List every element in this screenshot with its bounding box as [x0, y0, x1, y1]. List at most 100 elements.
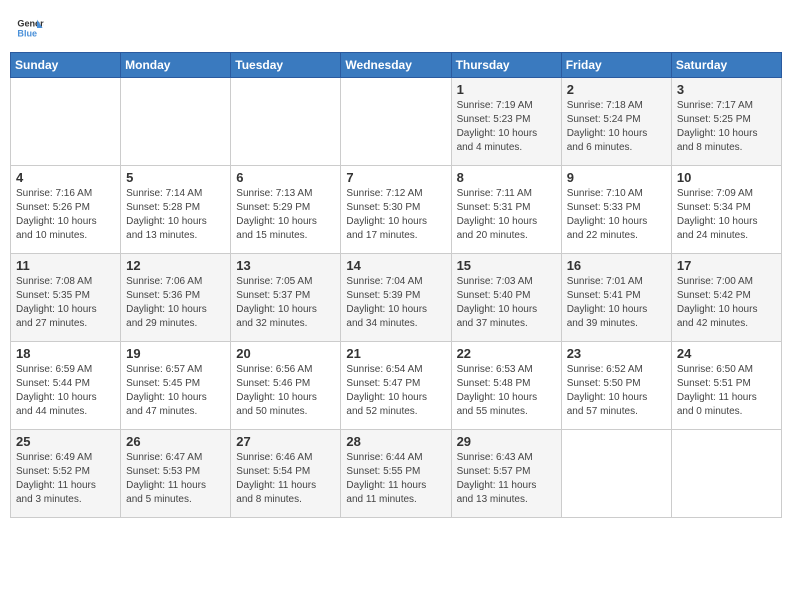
header-cell-tuesday: Tuesday [231, 53, 341, 78]
calendar-cell: 22 Sunrise: 6:53 AM Sunset: 5:48 PM Dayli… [451, 342, 561, 430]
calendar-cell: 18Sunrise: 6:59 AM Sunset: 5:44 PM Dayli… [11, 342, 121, 430]
page-header: General Blue [10, 10, 782, 46]
day-detail: Sunrise: 6:49 AM Sunset: 5:52 PM Dayligh… [16, 451, 115, 507]
calendar-cell [231, 78, 341, 166]
calendar-cell: 10 Sunrise: 7:09 AM Sunset: 5:34 PM Dayli… [671, 166, 781, 254]
calendar-cell: 6 Sunrise: 7:13 AM Sunset: 5:29 PM Daylig… [231, 166, 341, 254]
calendar-cell: 28 Sunrise: 6:44 AM Sunset: 5:55 PM Dayli… [341, 430, 451, 518]
calendar-cell: 16 Sunrise: 7:01 AM Sunset: 5:41 PM Dayli… [561, 254, 671, 342]
calendar-cell [561, 430, 671, 518]
day-number: 23 [567, 346, 666, 361]
day-number: 19 [126, 346, 225, 361]
calendar-body: 1 Sunrise: 7:19 AM Sunset: 5:23 PM Daylig… [11, 78, 782, 518]
day-detail: Sunrise: 7:06 AM Sunset: 5:36 PM Dayligh… [126, 275, 225, 331]
day-detail: Sunrise: 7:10 AM Sunset: 5:33 PM Dayligh… [567, 187, 666, 243]
week-row-3: 11 Sunrise: 7:08 AM Sunset: 5:35 PM Dayli… [11, 254, 782, 342]
day-number: 10 [677, 170, 776, 185]
day-detail: Sunrise: 7:09 AM Sunset: 5:34 PM Dayligh… [677, 187, 776, 243]
day-detail: Sunrise: 7:01 AM Sunset: 5:41 PM Dayligh… [567, 275, 666, 331]
day-detail: Sunrise: 7:19 AM Sunset: 5:23 PM Dayligh… [457, 99, 556, 155]
calendar-cell: 13Sunrise: 7:05 AM Sunset: 5:37 PM Dayli… [231, 254, 341, 342]
day-detail: Sunrise: 7:08 AM Sunset: 5:35 PM Dayligh… [16, 275, 115, 331]
day-detail: Sunrise: 6:43 AM Sunset: 5:57 PM Dayligh… [457, 451, 556, 507]
header-cell-monday: Monday [121, 53, 231, 78]
logo-icon: General Blue [16, 14, 44, 42]
calendar-cell: 9Sunrise: 7:10 AM Sunset: 5:33 PM Daylig… [561, 166, 671, 254]
calendar-cell: 20 Sunrise: 6:56 AM Sunset: 5:46 PM Dayli… [231, 342, 341, 430]
day-number: 27 [236, 434, 335, 449]
calendar-cell [121, 78, 231, 166]
day-detail: Sunrise: 7:18 AM Sunset: 5:24 PM Dayligh… [567, 99, 666, 155]
calendar-cell: 11 Sunrise: 7:08 AM Sunset: 5:35 PM Dayli… [11, 254, 121, 342]
day-number: 22 [457, 346, 556, 361]
calendar-cell: 12Sunrise: 7:06 AM Sunset: 5:36 PM Dayli… [121, 254, 231, 342]
day-number: 8 [457, 170, 556, 185]
header-cell-wednesday: Wednesday [341, 53, 451, 78]
day-number: 14 [346, 258, 445, 273]
day-number: 5 [126, 170, 225, 185]
calendar-cell: 27Sunrise: 6:46 AM Sunset: 5:54 PM Dayli… [231, 430, 341, 518]
day-detail: Sunrise: 7:14 AM Sunset: 5:28 PM Dayligh… [126, 187, 225, 243]
calendar-cell: 25 Sunrise: 6:49 AM Sunset: 5:52 PM Dayli… [11, 430, 121, 518]
day-number: 3 [677, 82, 776, 97]
day-detail: Sunrise: 6:50 AM Sunset: 5:51 PM Dayligh… [677, 363, 776, 419]
svg-text:Blue: Blue [17, 28, 37, 38]
calendar-cell: 3 Sunrise: 7:17 AM Sunset: 5:25 PM Daylig… [671, 78, 781, 166]
calendar-cell: 19 Sunrise: 6:57 AM Sunset: 5:45 PM Dayli… [121, 342, 231, 430]
calendar-cell: 26 Sunrise: 6:47 AM Sunset: 5:53 PM Dayli… [121, 430, 231, 518]
day-number: 11 [16, 258, 115, 273]
calendar-cell: 4 Sunrise: 7:16 AM Sunset: 5:26 PM Daylig… [11, 166, 121, 254]
calendar-cell [11, 78, 121, 166]
calendar-cell: 23 Sunrise: 6:52 AM Sunset: 5:50 PM Dayli… [561, 342, 671, 430]
header-cell-friday: Friday [561, 53, 671, 78]
day-number: 6 [236, 170, 335, 185]
calendar-cell: 1 Sunrise: 7:19 AM Sunset: 5:23 PM Daylig… [451, 78, 561, 166]
day-number: 2 [567, 82, 666, 97]
day-detail: Sunrise: 7:04 AM Sunset: 5:39 PM Dayligh… [346, 275, 445, 331]
calendar-cell: 17Sunrise: 7:00 AM Sunset: 5:42 PM Dayli… [671, 254, 781, 342]
week-row-2: 4 Sunrise: 7:16 AM Sunset: 5:26 PM Daylig… [11, 166, 782, 254]
day-detail: Sunrise: 6:53 AM Sunset: 5:48 PM Dayligh… [457, 363, 556, 419]
day-detail: Sunrise: 6:57 AM Sunset: 5:45 PM Dayligh… [126, 363, 225, 419]
calendar-cell: 24 Sunrise: 6:50 AM Sunset: 5:51 PM Dayli… [671, 342, 781, 430]
day-number: 21 [346, 346, 445, 361]
header-cell-thursday: Thursday [451, 53, 561, 78]
day-detail: Sunrise: 6:59 AM Sunset: 5:44 PM Dayligh… [16, 363, 115, 419]
day-number: 17 [677, 258, 776, 273]
calendar-header: SundayMondayTuesdayWednesdayThursdayFrid… [11, 53, 782, 78]
calendar-table: SundayMondayTuesdayWednesdayThursdayFrid… [10, 52, 782, 518]
day-detail: Sunrise: 7:17 AM Sunset: 5:25 PM Dayligh… [677, 99, 776, 155]
calendar-cell: 8 Sunrise: 7:11 AM Sunset: 5:31 PM Daylig… [451, 166, 561, 254]
calendar-cell: 21Sunrise: 6:54 AM Sunset: 5:47 PM Dayli… [341, 342, 451, 430]
calendar-cell [341, 78, 451, 166]
week-row-1: 1 Sunrise: 7:19 AM Sunset: 5:23 PM Daylig… [11, 78, 782, 166]
header-cell-sunday: Sunday [11, 53, 121, 78]
day-number: 4 [16, 170, 115, 185]
day-number: 20 [236, 346, 335, 361]
day-detail: Sunrise: 7:05 AM Sunset: 5:37 PM Dayligh… [236, 275, 335, 331]
logo: General Blue [16, 14, 44, 42]
day-number: 28 [346, 434, 445, 449]
day-detail: Sunrise: 7:13 AM Sunset: 5:29 PM Dayligh… [236, 187, 335, 243]
day-number: 25 [16, 434, 115, 449]
calendar-cell: 5 Sunrise: 7:14 AM Sunset: 5:28 PM Daylig… [121, 166, 231, 254]
day-number: 29 [457, 434, 556, 449]
day-number: 24 [677, 346, 776, 361]
calendar-cell: 14 Sunrise: 7:04 AM Sunset: 5:39 PM Dayli… [341, 254, 451, 342]
day-number: 16 [567, 258, 666, 273]
day-number: 26 [126, 434, 225, 449]
week-row-4: 18Sunrise: 6:59 AM Sunset: 5:44 PM Dayli… [11, 342, 782, 430]
day-detail: Sunrise: 6:44 AM Sunset: 5:55 PM Dayligh… [346, 451, 445, 507]
week-row-5: 25 Sunrise: 6:49 AM Sunset: 5:52 PM Dayli… [11, 430, 782, 518]
day-detail: Sunrise: 7:16 AM Sunset: 5:26 PM Dayligh… [16, 187, 115, 243]
header-cell-saturday: Saturday [671, 53, 781, 78]
day-detail: Sunrise: 6:56 AM Sunset: 5:46 PM Dayligh… [236, 363, 335, 419]
day-detail: Sunrise: 6:52 AM Sunset: 5:50 PM Dayligh… [567, 363, 666, 419]
day-detail: Sunrise: 6:47 AM Sunset: 5:53 PM Dayligh… [126, 451, 225, 507]
day-number: 7 [346, 170, 445, 185]
calendar-cell: 29 Sunrise: 6:43 AM Sunset: 5:57 PM Dayli… [451, 430, 561, 518]
calendar-cell [671, 430, 781, 518]
day-number: 1 [457, 82, 556, 97]
day-detail: Sunrise: 7:11 AM Sunset: 5:31 PM Dayligh… [457, 187, 556, 243]
calendar-cell: 7Sunrise: 7:12 AM Sunset: 5:30 PM Daylig… [341, 166, 451, 254]
